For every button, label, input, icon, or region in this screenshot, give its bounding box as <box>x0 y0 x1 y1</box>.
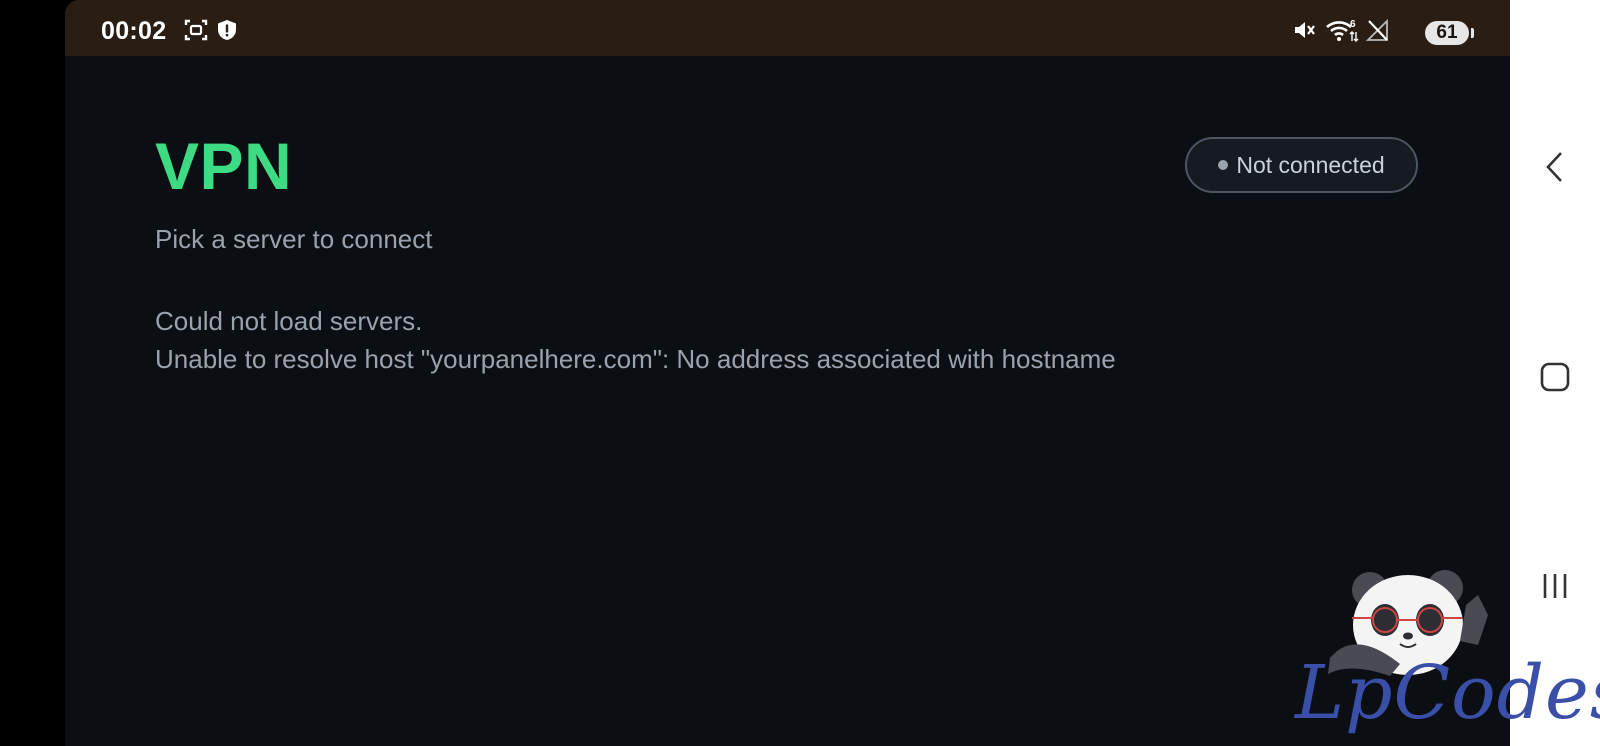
connection-status-badge[interactable]: Not connected <box>1185 137 1418 193</box>
no-signal-icon <box>1365 18 1391 42</box>
connection-status-label: Not connected <box>1236 151 1385 178</box>
home-icon <box>1540 362 1570 392</box>
watermark-text: LpCodes <box>1295 650 1600 736</box>
screen-record-icon <box>183 18 209 42</box>
status-dot-icon <box>1218 160 1229 170</box>
status-bar: 00:02 6 61 <box>65 0 1510 56</box>
status-time: 00:02 <box>101 17 167 45</box>
error-message: Could not load servers. Unable to resolv… <box>155 302 1116 378</box>
left-bezel <box>0 0 65 746</box>
page-subtitle: Pick a server to connect <box>155 224 433 254</box>
page-title: VPN <box>155 129 293 203</box>
back-icon <box>1546 152 1562 182</box>
mute-icon <box>1292 18 1318 42</box>
wifi-icon: 6 <box>1325 18 1359 42</box>
battery-icon: 61 <box>1425 21 1474 45</box>
error-line-1: Could not load servers. <box>155 306 423 336</box>
back-button[interactable] <box>1530 142 1580 192</box>
error-line-2: Unable to resolve host "yourpanelhere.co… <box>155 344 1116 374</box>
svg-text:6: 6 <box>1350 19 1356 30</box>
shield-alert-icon <box>215 18 241 42</box>
home-button[interactable] <box>1530 352 1580 402</box>
